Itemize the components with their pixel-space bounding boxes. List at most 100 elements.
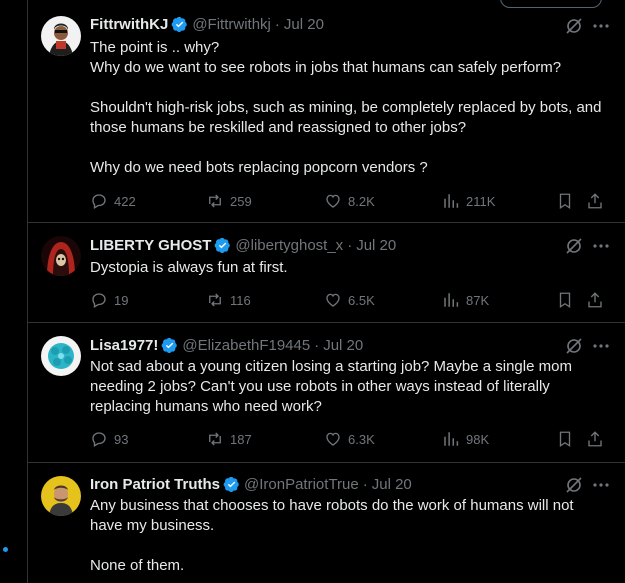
reply-button[interactable]: 422 — [90, 191, 136, 211]
bookmark-button[interactable] — [556, 191, 574, 211]
bookmark-button[interactable] — [556, 429, 574, 449]
like-count: 8.2K — [348, 193, 375, 209]
views-icon — [444, 194, 459, 208]
share-icon — [588, 193, 602, 209]
like-count: 6.3K — [348, 431, 375, 447]
tweet-text: Dystopia is always fun at first. — [90, 258, 610, 278]
separator-dot: · — [274, 15, 280, 33]
tweet-text: Not sad about a young citizen losing a s… — [90, 357, 610, 417]
tweet-libertyghost[interactable]: LIBERTY GHOST @libertyghost_x · Jul 20 D… — [28, 222, 625, 323]
bookmark-icon — [559, 292, 571, 309]
tweet-actions: 93 187 6.3K 98K — [90, 429, 610, 449]
author-name[interactable]: Lisa1977! — [90, 337, 158, 354]
share-button[interactable] — [586, 290, 604, 310]
author-name[interactable]: Iron Patriot Truths — [90, 476, 220, 493]
separator-dot: · — [362, 475, 368, 493]
like-count: 6.5K — [348, 292, 375, 308]
timestamp[interactable]: Jul 20 — [356, 237, 396, 254]
tweet-paragraph: None of them. — [90, 557, 185, 574]
more-icon[interactable] — [591, 16, 611, 36]
views-count: 211K — [466, 193, 496, 209]
reply-icon — [92, 432, 106, 447]
repost-button[interactable]: 259 — [206, 191, 252, 211]
tweet-paragraph: Dystopia is always fun at first. — [90, 259, 288, 276]
reply-feed: FittrwithKJ @Fittrwithkj · Jul 20 The po… — [27, 0, 625, 583]
grok-icon[interactable] — [564, 475, 584, 495]
views-icon — [444, 432, 459, 446]
tweet-paragraph: Why do we need bots replacing popcorn ve… — [90, 159, 428, 176]
tweet-fittrwithkj[interactable]: FittrwithKJ @Fittrwithkj · Jul 20 The po… — [28, 0, 625, 223]
verified-badge-icon — [171, 16, 188, 32]
repost-icon — [209, 194, 221, 208]
share-button[interactable] — [586, 191, 604, 211]
tweet-actions: 19 116 6.5K 87K — [90, 290, 610, 310]
views-button[interactable]: 211K — [442, 191, 495, 211]
avatar[interactable] — [41, 16, 81, 56]
share-button[interactable] — [586, 429, 604, 449]
tweet-text: Any business that chooses to have robots… — [90, 496, 610, 576]
repost-button[interactable]: 116 — [206, 290, 251, 310]
author-handle[interactable]: @IronPatriotTrue — [244, 476, 359, 493]
author-name[interactable]: FittrwithKJ — [90, 16, 168, 33]
verified-badge-icon — [223, 476, 239, 492]
repost-count: 187 — [230, 431, 252, 447]
tweet-paragraph: Not sad about a young citizen losing a s… — [90, 358, 572, 415]
author-name[interactable]: LIBERTY GHOST — [90, 237, 211, 254]
avatar[interactable] — [41, 476, 81, 516]
more-icon[interactable] — [591, 475, 611, 495]
views-button[interactable]: 98K — [442, 429, 489, 449]
author-handle[interactable]: @ElizabethF19445 — [182, 337, 310, 354]
tweet-text: The point is .. why? Why do we want to s… — [90, 38, 610, 178]
repost-button[interactable]: 187 — [206, 429, 252, 449]
timestamp[interactable]: Jul 20 — [372, 476, 412, 493]
bookmark-icon — [559, 193, 571, 210]
separator-dot: · — [314, 336, 320, 354]
reply-count: 93 — [114, 431, 129, 447]
grok-icon[interactable] — [564, 336, 584, 356]
reply-button[interactable]: 19 — [90, 290, 128, 310]
timestamp[interactable]: Jul 20 — [323, 337, 363, 354]
repost-icon — [209, 293, 221, 307]
tweet-ironpatriottruths[interactable]: Iron Patriot Truths @IronPatriotTrue · J… — [28, 462, 625, 583]
views-button[interactable]: 87K — [442, 290, 489, 310]
like-button[interactable]: 6.3K — [324, 429, 375, 449]
share-icon — [588, 292, 602, 308]
tweet-paragraph: Shouldn't high-risk jobs, such as mining… — [90, 99, 602, 136]
timestamp[interactable]: Jul 20 — [284, 16, 324, 33]
tweet-paragraph: Any business that chooses to have robots… — [90, 497, 574, 534]
author-handle[interactable]: @Fittrwithkj — [192, 16, 271, 33]
like-icon — [326, 293, 340, 307]
repost-icon — [209, 432, 221, 446]
bookmark-button[interactable] — [556, 290, 574, 310]
avatar[interactable] — [41, 336, 81, 376]
grok-icon[interactable] — [564, 16, 584, 36]
reply-count: 422 — [114, 193, 136, 209]
tweet-paragraph: The point is .. why? Why do we want to s… — [90, 39, 562, 76]
more-icon[interactable] — [591, 336, 611, 356]
like-button[interactable]: 8.2K — [324, 191, 375, 211]
repost-count: 116 — [230, 292, 251, 308]
reply-icon — [92, 194, 106, 209]
tweet-lisa1977[interactable]: Lisa1977! @ElizabethF19445 · Jul 20 Not … — [28, 322, 625, 463]
author-handle[interactable]: @libertyghost_x — [235, 237, 343, 254]
reply-icon — [92, 293, 106, 308]
repost-count: 259 — [230, 193, 252, 209]
separator-dot: · — [347, 236, 353, 254]
verified-badge-icon — [215, 237, 231, 253]
views-count: 87K — [466, 292, 490, 308]
tweet-actions: 422 259 8.2K 211K — [90, 191, 610, 211]
reply-count: 19 — [114, 292, 129, 308]
verified-badge-icon — [162, 337, 178, 353]
share-icon — [588, 431, 602, 447]
reply-button[interactable]: 93 — [90, 429, 128, 449]
views-icon — [444, 293, 459, 307]
bookmark-icon — [559, 431, 571, 448]
avatar[interactable] — [41, 236, 81, 276]
like-icon — [326, 432, 340, 446]
notification-dot — [3, 547, 8, 552]
more-icon[interactable] — [591, 236, 611, 256]
grok-icon[interactable] — [564, 236, 584, 256]
like-icon — [326, 194, 340, 208]
views-count: 98K — [466, 431, 490, 447]
like-button[interactable]: 6.5K — [324, 290, 375, 310]
